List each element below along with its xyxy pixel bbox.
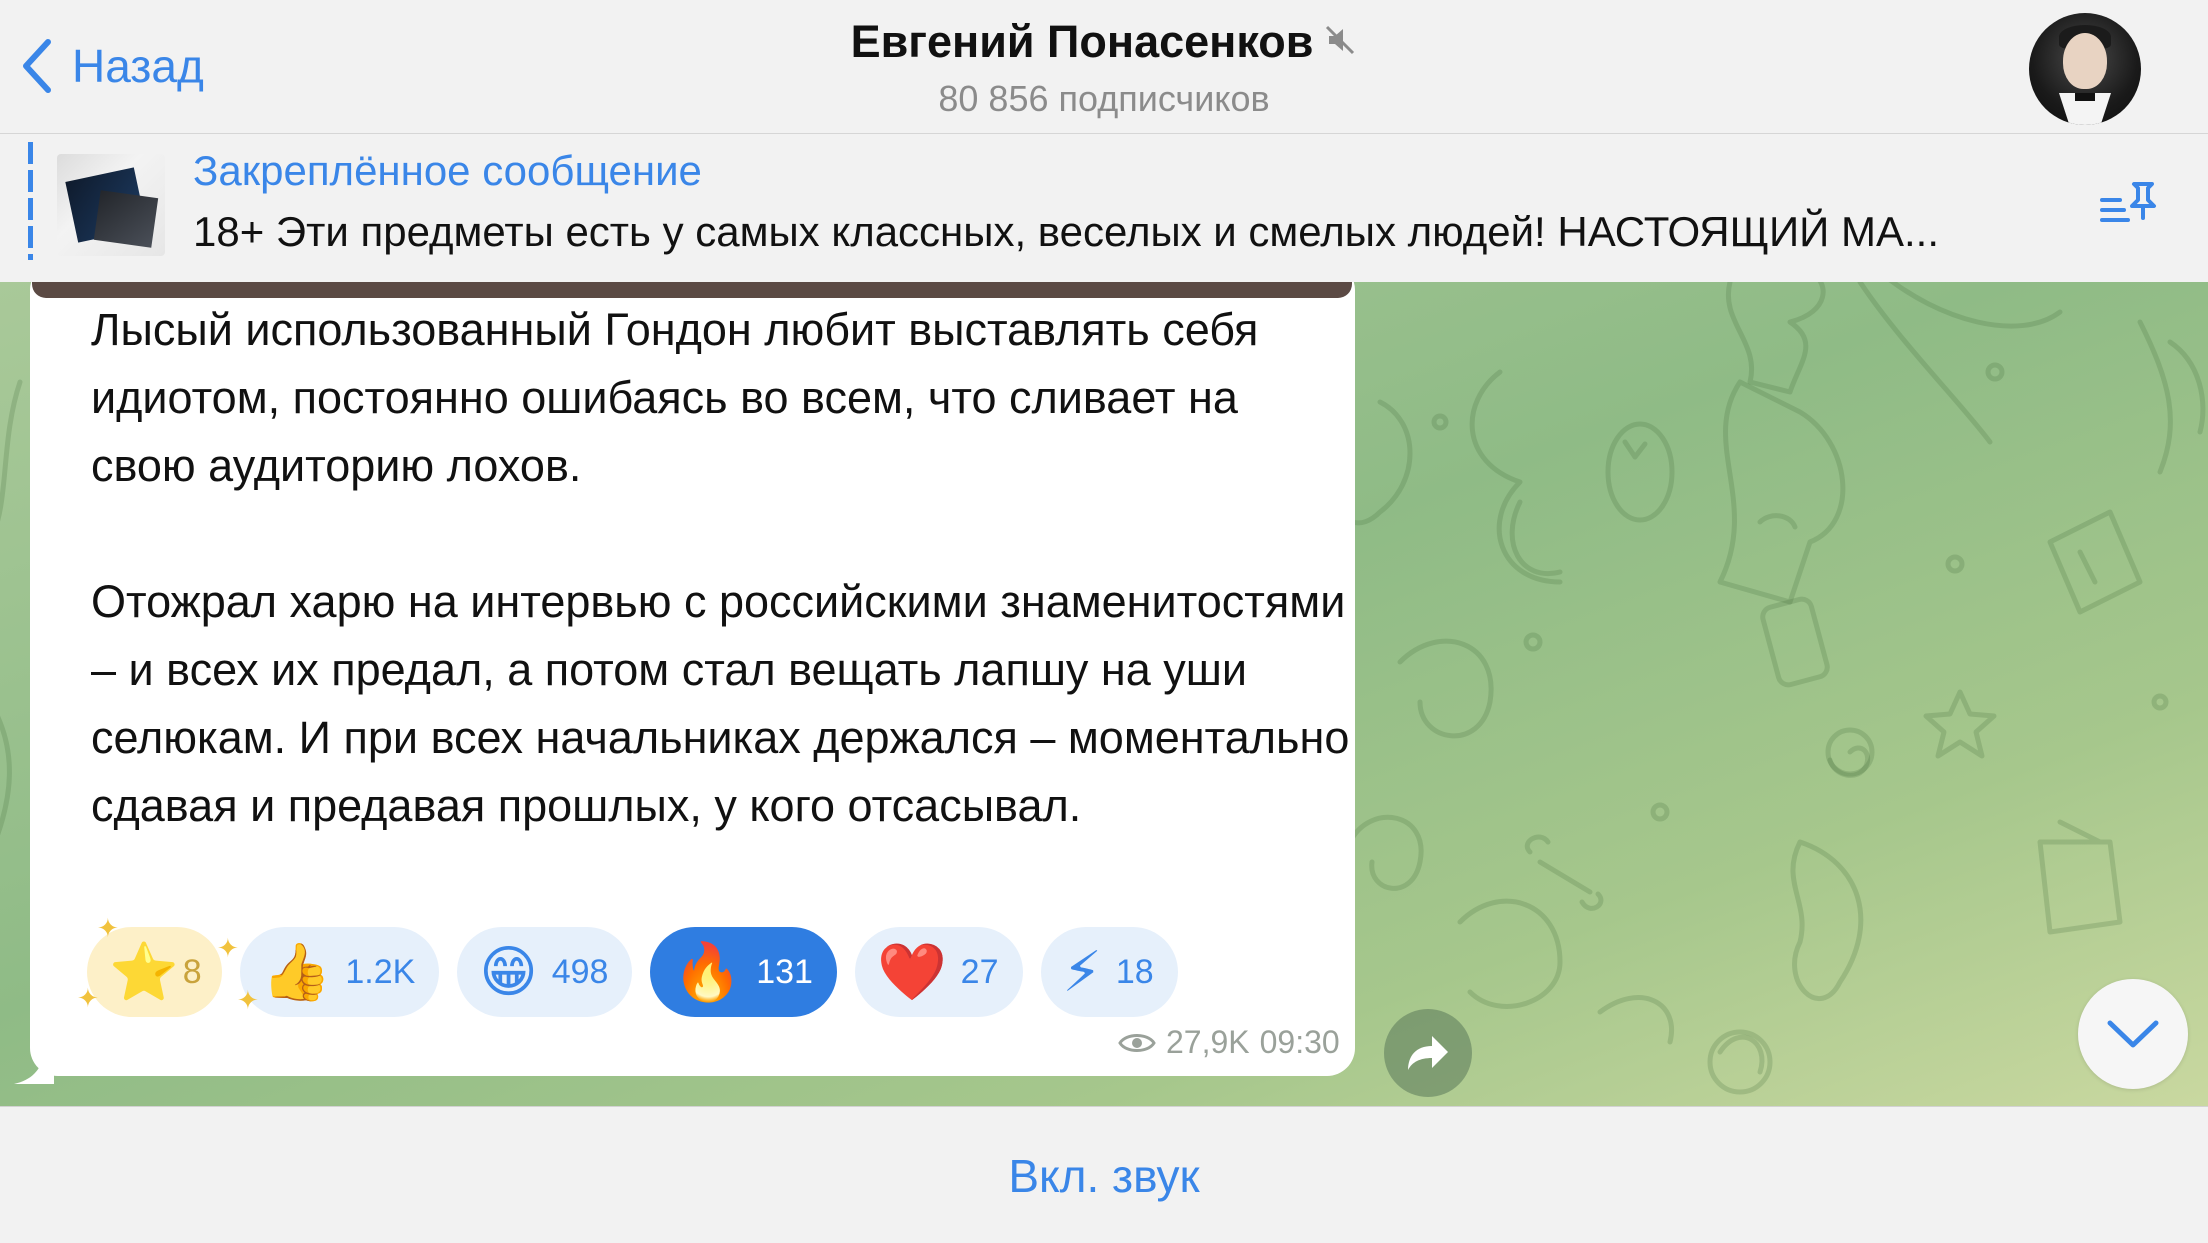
channel-name: Евгений Понасенков <box>850 16 1314 67</box>
view-count: 27,9K <box>1166 1024 1250 1060</box>
reaction-count: 18 <box>1115 952 1154 991</box>
channel-info[interactable]: Евгений Понасенков 80 856 подписчиков <box>0 16 2208 120</box>
reaction-count: 498 <box>551 952 609 991</box>
fire-icon: 🔥 <box>672 940 743 1003</box>
subscriber-count: 80 856 подписчиков <box>938 78 1270 119</box>
channel-avatar[interactable] <box>2029 13 2141 125</box>
message-paragraph: Отожрал харю на интервью с российскими з… <box>91 576 1350 831</box>
sparkle-icon: ✦ <box>77 983 99 1013</box>
channel-title: Евгений Понасенков <box>851 16 1358 68</box>
unmute-button[interactable]: Вкл. звук <box>0 1149 2208 1203</box>
chat-area[interactable]: Лысый использованный Гондон любит выстав… <box>0 282 2208 1106</box>
pinned-text: 18+ Эти предметы есть у самых классных, … <box>193 208 1940 255</box>
reaction-thumbs-up[interactable]: 👍 1.2K <box>239 927 440 1017</box>
reaction-count: 1.2K <box>345 952 416 991</box>
reaction-fire[interactable]: 🔥 131 <box>650 927 837 1017</box>
heart-icon: ❤️ <box>876 940 947 1003</box>
message-meta: 27,9K 09:30 <box>1118 1024 1340 1061</box>
message-text: Лысый использованный Гондон любит выстав… <box>91 296 1351 840</box>
sparkle-icon: ✦ <box>97 913 119 943</box>
pinned-thumbnail <box>57 154 165 256</box>
pinned-list-icon[interactable] <box>2098 178 2160 239</box>
previous-media-edge <box>32 282 1352 298</box>
thumbs-up-icon: 👍 <box>261 940 332 1003</box>
reaction-heart[interactable]: ❤️ 27 <box>854 927 1023 1017</box>
reaction-count: 27 <box>960 952 999 991</box>
sparkle-icon: ✦ <box>237 985 259 1015</box>
reactions-row: ✦ ✦ ✦ ✦ ⭐ 8 👍 1.2K 😁 498 🔥 131 ❤️ 27 ⚡ 1… <box>77 913 1196 1017</box>
message-bubble[interactable]: Лысый использованный Гондон любит выстав… <box>30 282 1355 1076</box>
scroll-to-bottom-button[interactable] <box>2078 979 2188 1089</box>
share-arrow-icon <box>1408 1036 1448 1070</box>
lightning-icon: ⚡ <box>1062 940 1102 1003</box>
reaction-star[interactable]: ✦ ✦ ✦ ✦ ⭐ 8 <box>77 913 259 1017</box>
grinning-face-icon: 😁 <box>479 940 538 1003</box>
chevron-down-icon <box>2107 1020 2159 1048</box>
reaction-count: 131 <box>756 952 813 991</box>
bubble-tail <box>14 1056 54 1084</box>
star-icon: ⭐ <box>109 940 179 1003</box>
reaction-count: 8 <box>182 952 202 991</box>
message-time: 09:30 <box>1259 1024 1340 1060</box>
sparkle-icon: ✦ <box>217 933 239 963</box>
forward-button[interactable] <box>1384 1009 1472 1097</box>
reaction-lightning[interactable]: ⚡ 18 <box>1040 927 1178 1017</box>
pinned-indicator <box>28 142 33 260</box>
muted-icon <box>1323 16 1357 68</box>
chat-header: Назад Евгений Понасенков 80 856 подписчи… <box>0 0 2208 134</box>
reaction-grin[interactable]: 😁 498 <box>457 927 633 1017</box>
message-paragraph: Лысый использованный Гондон любит выстав… <box>91 304 1259 491</box>
bottom-bar: Вкл. звук <box>0 1106 2208 1243</box>
eye-icon <box>1118 1033 1156 1052</box>
pinned-title: Закреплённое сообщение <box>193 147 702 194</box>
